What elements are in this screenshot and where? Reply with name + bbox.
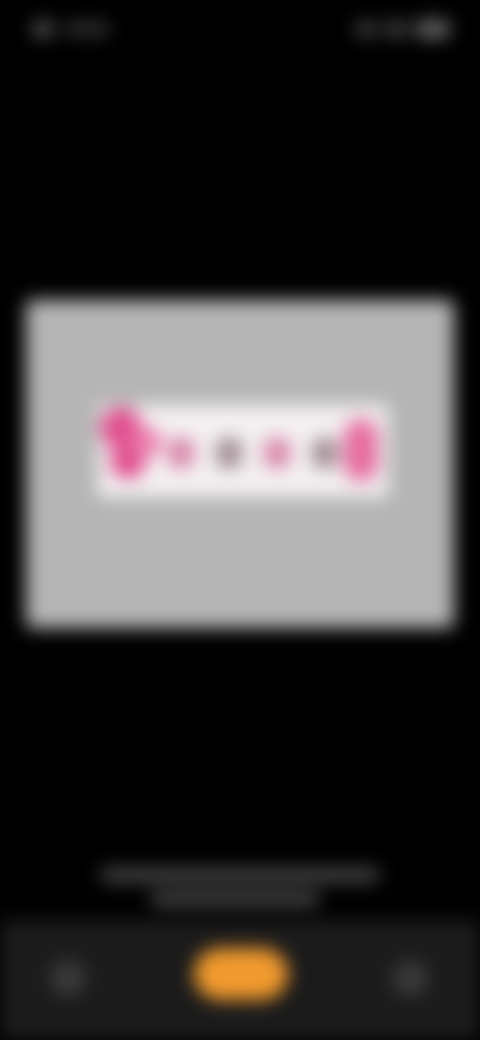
back-icon[interactable]	[50, 960, 86, 996]
caption-line-2	[150, 892, 320, 906]
primary-action-button[interactable]	[194, 948, 288, 1000]
sign-glyph	[216, 438, 242, 468]
status-right	[340, 20, 450, 38]
sign-glyph	[264, 438, 290, 468]
wifi-icon	[384, 22, 408, 36]
camera-preview-screen	[0, 0, 480, 1040]
status-bar	[0, 12, 480, 52]
photo-preview[interactable]	[26, 300, 454, 628]
status-indicator	[32, 21, 54, 37]
options-icon[interactable]	[392, 960, 428, 996]
sign-glyph	[168, 438, 194, 468]
status-time	[64, 23, 110, 35]
sign-glyph	[312, 438, 338, 468]
status-left	[32, 20, 122, 38]
caption-line-1	[100, 868, 380, 882]
battery-icon	[416, 20, 450, 38]
sign-image	[98, 405, 388, 497]
signal-icon	[356, 22, 376, 36]
bottom-bar	[0, 920, 480, 1040]
sign-text	[153, 433, 353, 473]
blurred-content	[0, 0, 480, 1040]
